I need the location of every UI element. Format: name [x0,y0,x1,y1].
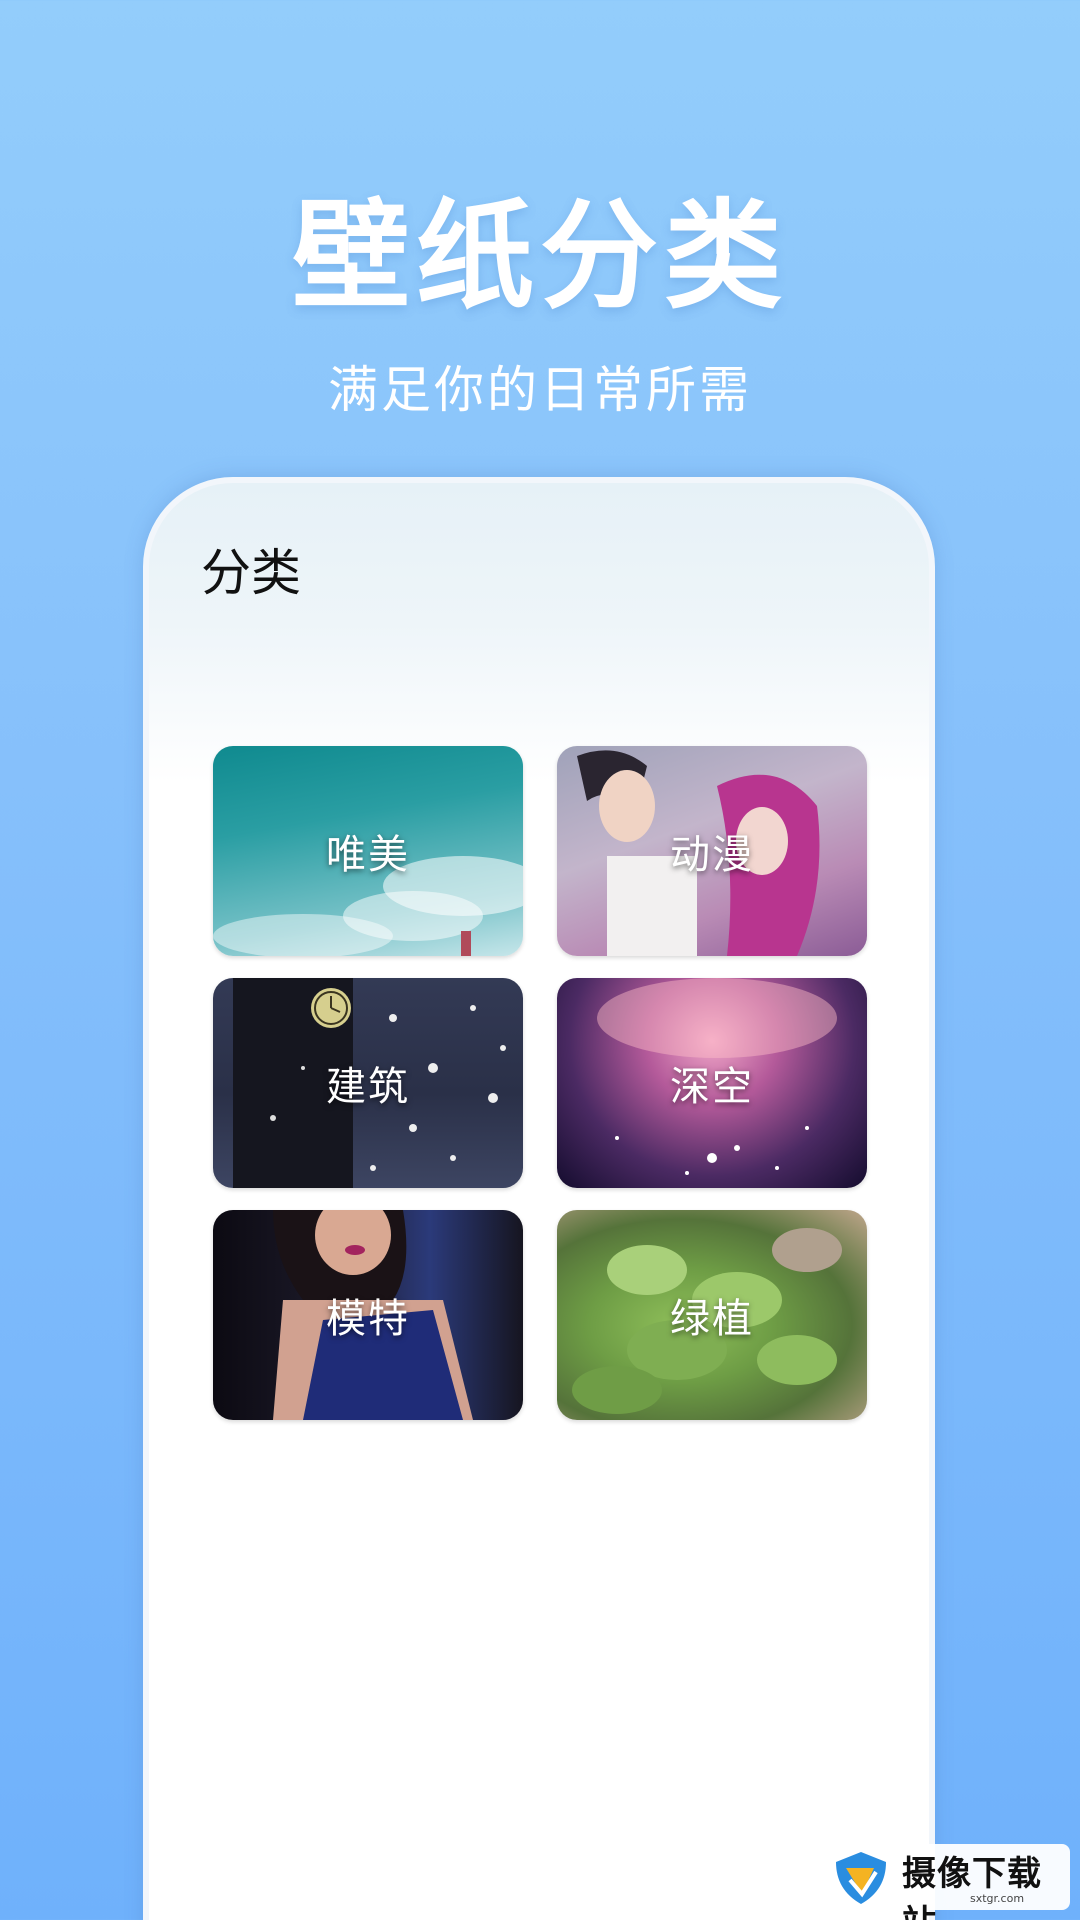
promo-headline: 壁纸分类 [291,187,788,325]
site-logo-icon [836,1852,886,1904]
promo-subheadline: 满足你的日常所需 [328,361,752,419]
category-card-plants[interactable]: 绿植 [557,1210,867,1420]
category-card-anime[interactable]: 动漫 [557,746,867,956]
category-label: 唯美 [326,832,410,878]
page-title: 分类 [201,544,301,602]
category-card-model[interactable]: 模特 [213,1210,523,1420]
category-card-architecture[interactable]: 建筑 [213,978,523,1188]
category-label: 模特 [326,1296,410,1342]
category-label: 绿植 [670,1296,754,1342]
watermark-site-name: 摄像下载站 [902,1854,1042,1920]
category-card-aesthetic[interactable]: 唯美 [213,746,523,956]
category-label: 动漫 [670,832,754,878]
phone-mockup: 分类 唯美 动漫 建筑 深空 模特 绿植 [143,477,935,1920]
watermark-url: sxtgr.com [970,1892,1025,1905]
category-card-space[interactable]: 深空 [557,978,867,1188]
category-label: 深空 [670,1064,754,1110]
category-label: 建筑 [326,1064,410,1110]
watermark: 摄像下载站 sxtgr.com [820,1844,1070,1920]
